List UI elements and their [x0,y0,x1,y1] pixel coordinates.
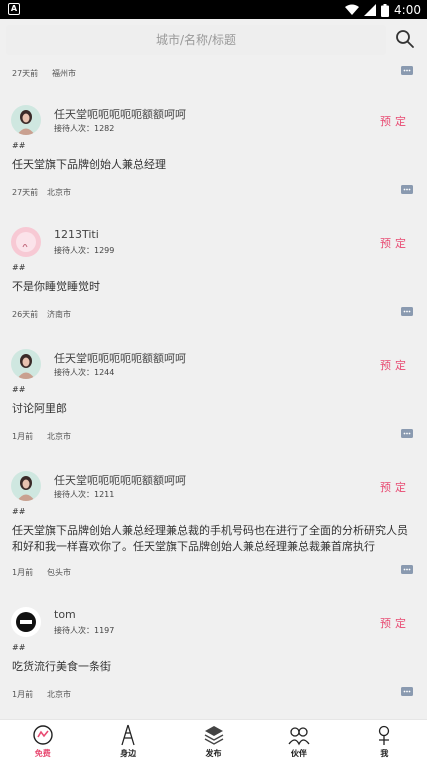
status-icons: 4:00 [345,1,421,19]
person-icon [379,725,390,745]
user-name: 任天堂呃呃呃呃呃额额呵呵 [54,108,186,121]
post-card[interactable]: 1213Titi 接待人次：1299 预定 ## 不是你睡觉睡觉时 26天前 济… [0,205,427,327]
post-tags: ## [12,643,26,652]
post-time: 27天前 [12,69,39,78]
user-photo-icon [11,105,41,135]
bottom-tab-bar: 免费 身边 发布 伙伴 我 [0,719,427,760]
user-photo-icon [11,607,41,637]
message-icon[interactable] [401,429,413,438]
tower-icon [121,724,135,746]
tab-me[interactable]: 我 [342,720,427,760]
user-name: 任天堂呃呃呃呃呃额额呵呵 [54,352,186,365]
status-bar: A 4:00 [0,0,427,19]
post-city: 包头市 [47,568,71,577]
avatar[interactable] [11,227,41,257]
user-photo-icon [11,349,41,379]
notification-icon: A [8,3,20,15]
tab-free[interactable]: 免费 [0,720,85,760]
book-button[interactable]: 预定 [380,479,410,495]
post-tags: ## [12,507,26,516]
post-card[interactable]: 任天堂呃呃呃呃呃额额呵呵 接待人次：1282 预定 ## 任天堂旗下品牌创始人兼… [0,83,427,205]
clock: 4:00 [394,3,421,17]
wifi-icon [345,4,360,15]
tab-label: 发布 [205,749,222,758]
search-bar [0,19,427,63]
post-time: 1月前 [12,432,34,441]
search-icon[interactable] [395,29,415,49]
post-card[interactable]: 任天堂呃呃呃呃呃额额呵呵 接待人次：1244 预定 ## 讨论阿里郎 1月前 北… [0,327,427,449]
book-button[interactable]: 预定 [380,235,410,251]
avatar[interactable] [11,607,41,637]
post-title[interactable]: 任天堂旗下品牌创始人兼总经理兼总裁的手机号码也在进行了全面的分析研究人员和好和我… [12,523,412,555]
post-time: 1月前 [12,568,34,577]
post-card[interactable]: tom 接待人次：1197 预定 ## 吃货流行美食一条街 1月前 北京市 [0,585,427,707]
signal-icon [364,4,377,16]
avatar[interactable] [11,105,41,135]
tab-label: 身边 [120,749,137,758]
message-icon[interactable] [401,687,413,696]
user-photo-icon [11,471,41,501]
message-icon[interactable] [401,185,413,194]
visit-count: 接待人次：1299 [54,246,115,255]
post-card[interactable]: 任天堂呃呃呃呃呃额额呵呵 接待人次：1211 预定 ## 任天堂旗下品牌创始人兼… [0,449,427,585]
partners-icon [288,727,310,746]
message-icon[interactable] [401,66,413,75]
search-input[interactable] [6,25,386,55]
free-icon [33,725,53,745]
post-city: 济南市 [47,310,71,319]
post-city: 北京市 [47,188,71,197]
post-title[interactable]: 任天堂旗下品牌创始人兼总经理 [12,157,412,173]
post-tags: ## [12,263,26,272]
tab-label: 伙伴 [290,749,307,758]
post-city: 北京市 [47,432,71,441]
avatar[interactable] [11,349,41,379]
user-name: tom [54,608,76,621]
visit-count: 接待人次：1244 [54,368,115,377]
post-tags: ## [12,141,26,150]
avatar[interactable] [11,471,41,501]
user-photo-icon [11,227,41,257]
battery-icon [381,3,390,17]
post-feed[interactable]: 27天前 福州市 任天堂呃呃呃呃呃额额呵呵 接待人次：1282 预定 ## 任天… [0,63,427,719]
tab-nearby[interactable]: 身边 [85,720,170,760]
tab-partners[interactable]: 伙伴 [256,720,341,760]
visit-count: 接待人次：1197 [54,626,115,635]
book-button[interactable]: 预定 [380,357,410,373]
book-button[interactable]: 预定 [380,113,410,129]
post-title[interactable]: 不是你睡觉睡觉时 [12,279,412,295]
post-tags: ## [12,385,26,394]
visit-count: 接待人次：1211 [54,490,115,499]
tab-publish[interactable]: 发布 [171,720,256,760]
tab-label: 免费 [34,749,51,758]
post-time: 1月前 [12,690,34,699]
post-time: 26天前 [12,310,39,319]
post-city: 福州市 [52,69,76,78]
user-name: 任天堂呃呃呃呃呃额额呵呵 [54,474,186,487]
message-icon[interactable] [401,307,413,316]
tab-label: 我 [380,749,389,758]
post-city: 北京市 [47,690,71,699]
visit-count: 接待人次：1282 [54,124,115,133]
partial-post-footer: 27天前 福州市 [0,63,427,83]
message-icon[interactable] [401,565,413,574]
layers-icon [204,726,223,745]
post-title[interactable]: 吃货流行美食一条街 [12,659,412,675]
post-title[interactable]: 讨论阿里郎 [12,401,412,417]
book-button[interactable]: 预定 [380,615,410,631]
user-name: 1213Titi [54,228,99,241]
post-time: 27天前 [12,188,39,197]
